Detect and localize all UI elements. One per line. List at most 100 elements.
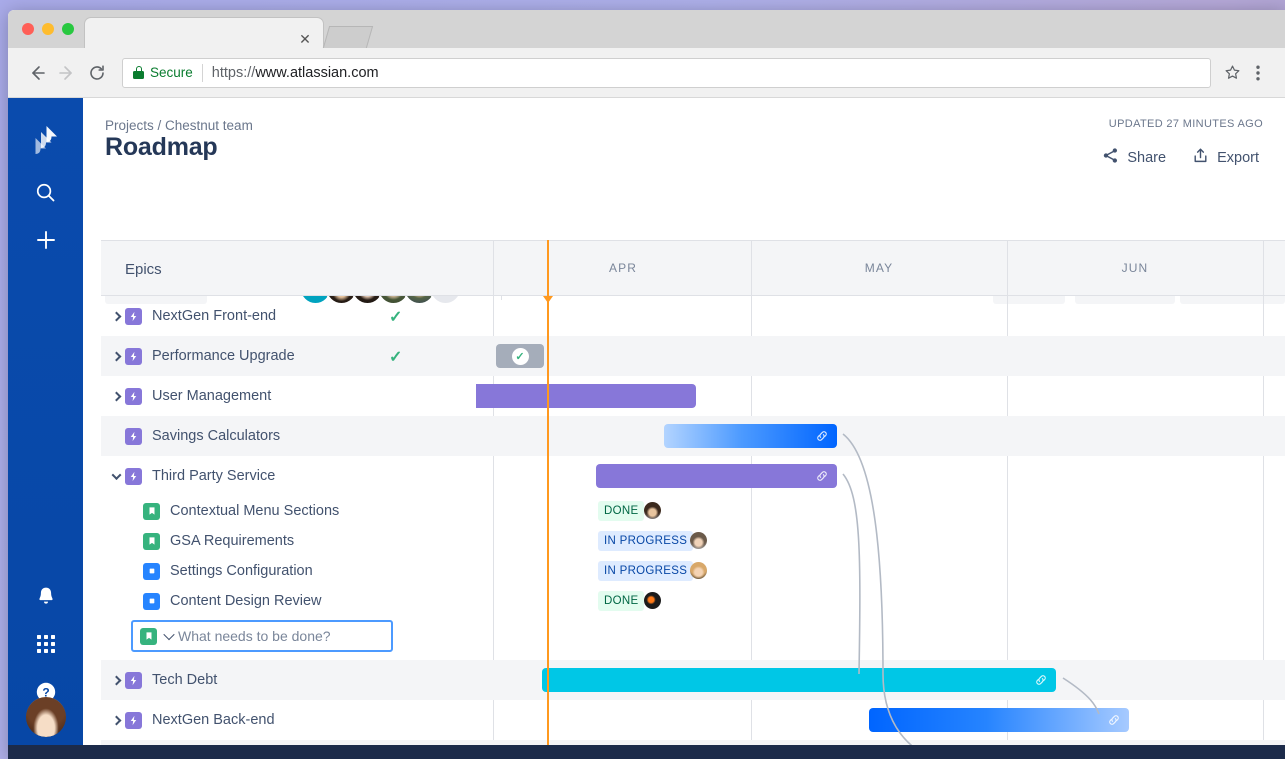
url-prefix: https:// (211, 64, 256, 81)
row-label-wrap: GSA Requirements (143, 526, 294, 556)
dependency-link-icon[interactable] (815, 429, 829, 443)
expand-chevron-icon[interactable] (107, 675, 125, 685)
inline-create-placeholder[interactable]: What needs to be done? (178, 628, 331, 644)
collapse-chevron-icon[interactable] (107, 469, 125, 480)
maximize-window-button[interactable] (62, 23, 74, 35)
url-text: https://www.atlassian.com (212, 65, 379, 81)
epic-icon (125, 307, 142, 325)
task-icon (143, 592, 160, 610)
jira-logo[interactable] (8, 116, 83, 162)
table-row[interactable]: NextGen Front-end ✓ (101, 296, 1285, 336)
row-label: User Management (152, 388, 272, 404)
assignee-avatar[interactable] (644, 592, 661, 609)
expand-chevron-icon[interactable] (107, 715, 125, 725)
table-row[interactable]: Savings Calculators (101, 416, 1285, 456)
status-check-icon: ✓ (389, 309, 403, 326)
table-row[interactable]: Third Party Service (101, 456, 1285, 496)
row-label: GSA Requirements (170, 533, 295, 549)
assignee-avatar[interactable] (690, 562, 707, 579)
jira-app: ? Projects / Chestnut team Roadmap UPDAT… (8, 98, 1285, 759)
status-badge: IN PROGRESS (598, 561, 694, 581)
type-selector-chevron-down-icon[interactable] (163, 628, 175, 641)
expand-chevron-icon[interactable] (107, 311, 125, 321)
global-sidebar: ? (8, 98, 83, 759)
story-icon (143, 532, 160, 550)
epic-icon (125, 347, 142, 365)
row-label-wrap: Performance Upgrade (107, 336, 295, 376)
row-label-wrap: Third Party Service (107, 456, 275, 496)
table-row[interactable]: Tech Debt (101, 660, 1285, 700)
browser-toolbar: Secure https://www.atlassian.com (8, 48, 1285, 98)
share-button[interactable]: Share (1094, 142, 1174, 173)
epic-icon (125, 671, 142, 689)
timeline-bar-performance-upgrade[interactable]: ✓ (496, 344, 544, 368)
browser-tab[interactable] (84, 17, 324, 48)
epic-icon (125, 467, 142, 485)
close-window-button[interactable] (22, 23, 34, 35)
timeline-bar-savings-calculators[interactable] (664, 424, 837, 448)
table-row-inline-create[interactable]: What needs to be done? (101, 616, 1285, 656)
reload-icon[interactable] (82, 58, 112, 88)
breadcrumb[interactable]: Projects / Chestnut team (105, 118, 253, 133)
story-icon[interactable] (140, 627, 157, 645)
roadmap-timeline: Epics APR MAY JUN NextGen Front-end ✓ Pe… (101, 240, 1285, 759)
lock-icon (133, 66, 144, 79)
share-icon (1102, 147, 1119, 168)
task-icon (143, 562, 160, 580)
row-label-wrap: NextGen Back-end (107, 700, 275, 740)
assignee-avatar[interactable] (644, 502, 661, 519)
table-row[interactable]: User Management (101, 376, 1285, 416)
window-controls[interactable] (22, 23, 74, 35)
status-check-icon: ✓ (389, 349, 403, 366)
tab-close-icon[interactable]: ✕ (298, 32, 312, 46)
row-label-wrap: Content Design Review (143, 586, 322, 616)
today-marker (543, 240, 553, 759)
app-switcher-icon[interactable] (8, 624, 83, 664)
notifications-icon[interactable] (8, 576, 83, 616)
profile-avatar[interactable] (26, 697, 66, 737)
create-icon[interactable] (8, 220, 83, 260)
epic-icon (125, 387, 142, 405)
row-label: Tech Debt (152, 672, 218, 688)
row-label: NextGen Front-end (152, 308, 277, 324)
updated-timestamp: UPDATED 27 MINUTES AGO (1108, 118, 1263, 130)
table-row[interactable]: Contextual Menu Sections DONE (101, 496, 1285, 526)
roadmap-content: Projects / Chestnut team Roadmap UPDATED… (83, 98, 1285, 759)
inline-create-field[interactable]: What needs to be done? (131, 620, 393, 652)
row-label: Settings Configuration (170, 563, 313, 579)
table-row[interactable]: Settings Configuration IN PROGRESS (101, 556, 1285, 586)
export-button[interactable]: Export (1184, 142, 1267, 173)
forward-arrow-icon (52, 58, 82, 88)
table-row[interactable]: Performance Upgrade ✓ ✓ (101, 336, 1285, 376)
back-arrow-icon[interactable] (22, 58, 52, 88)
timeline-bar-tech-debt[interactable] (542, 668, 1056, 692)
timeline-rows: NextGen Front-end ✓ Performance Upgrade … (101, 240, 1285, 759)
timeline-bar-user-management[interactable] (476, 384, 696, 408)
minimize-window-button[interactable] (42, 23, 54, 35)
address-bar[interactable]: Secure https://www.atlassian.com (122, 57, 1211, 88)
page-title: Roadmap (105, 133, 218, 161)
export-icon (1192, 147, 1209, 168)
export-label: Export (1217, 149, 1259, 166)
table-row[interactable]: Content Design Review DONE (101, 586, 1285, 616)
security-label: Secure (150, 65, 193, 80)
assignee-avatar[interactable] (690, 532, 707, 549)
search-icon[interactable] (8, 172, 83, 212)
header-actions: Share Export (1094, 142, 1267, 173)
row-label: Third Party Service (152, 468, 276, 484)
row-label: Savings Calculators (152, 428, 281, 444)
table-row[interactable]: GSA Requirements IN PROGRESS (101, 526, 1285, 556)
status-badge: DONE (598, 591, 645, 611)
expand-chevron-icon[interactable] (107, 351, 125, 361)
table-row[interactable]: NextGen Back-end (101, 700, 1285, 740)
kebab-menu-icon[interactable] (1245, 65, 1271, 81)
dependency-link-icon[interactable] (815, 469, 829, 483)
timeline-bar-third-party-service[interactable] (596, 464, 837, 488)
expand-chevron-icon[interactable] (107, 391, 125, 401)
dependency-link-icon[interactable] (1107, 713, 1121, 727)
dependency-link-icon[interactable] (1034, 673, 1048, 687)
row-label-wrap: User Management (107, 376, 271, 416)
star-icon[interactable] (1219, 64, 1245, 81)
timeline-bar-nextgen-back-end[interactable] (869, 708, 1129, 732)
new-tab-button[interactable] (322, 26, 374, 48)
